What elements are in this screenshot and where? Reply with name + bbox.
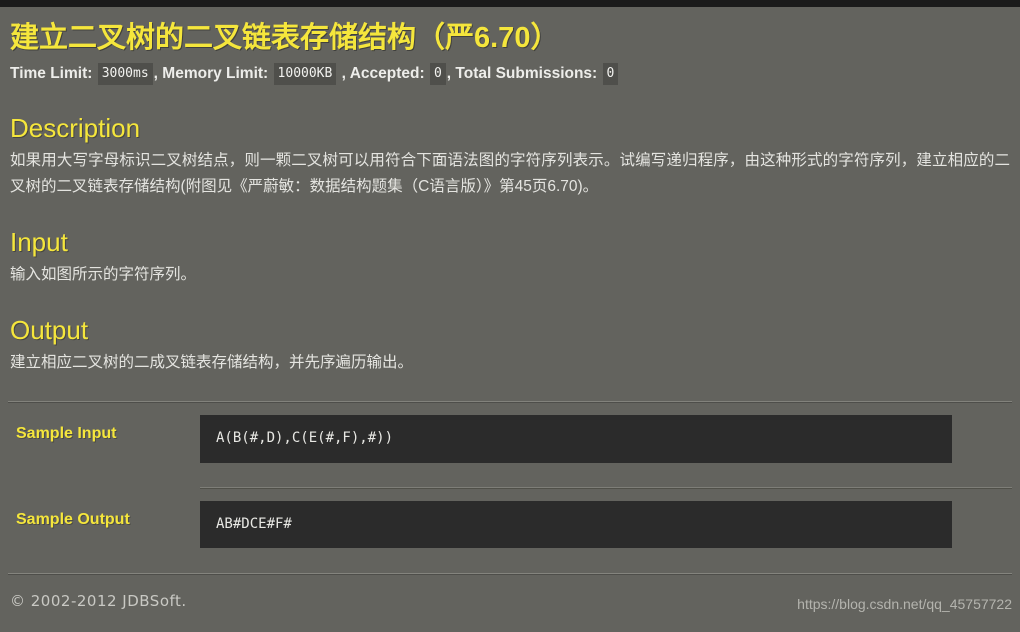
problem-limits-line: Time Limit: 3000ms, Memory Limit: 10000K…: [10, 62, 1012, 86]
watermark-url: https://blog.csdn.net/qq_45757722: [797, 596, 1012, 612]
total-submissions-label: Total Submissions:: [455, 64, 598, 82]
samples-top-divider: [8, 401, 1012, 404]
output-body: 建立相应二叉树的二成叉链表存储结构，并先序遍历输出。: [10, 354, 414, 372]
limits-comma-3: ,: [446, 64, 452, 82]
input-body: 输入如图所示的字符序列。: [10, 265, 197, 283]
time-limit-label: Time Limit:: [10, 64, 93, 82]
memory-limit-value: 10000KB: [273, 62, 337, 86]
footer-divider: [8, 573, 1012, 575]
sample-output-box[interactable]: AB#DCE#F#: [200, 500, 952, 549]
page-title: 建立二叉树的二叉链表存储结构（严6.70）: [10, 22, 560, 54]
description-heading: Description: [10, 113, 141, 144]
output-heading: Output: [10, 315, 89, 345]
time-limit-value: 3000ms: [97, 62, 153, 86]
total-submissions-value: 0: [602, 62, 619, 86]
accepted-label: Accepted:: [349, 64, 425, 82]
footer-copyright: © 2002-2012 JDBSoft.: [10, 592, 187, 610]
sample-divider-row: [8, 475, 1012, 489]
sample-input-label: Sample Input: [16, 425, 117, 443]
limits-comma-1: ,: [153, 64, 158, 82]
sample-output-label: Sample Output: [16, 510, 130, 528]
samples-middle-divider: [200, 486, 1012, 489]
accepted-value: 0: [429, 62, 446, 86]
sample-divider-spacer: [8, 475, 200, 485]
sample-input-row: Sample Input A(B(#,D),C(E(#,F),#)): [8, 415, 1012, 463]
problem-page: 建立二叉树的二叉链表存储结构（严6.70） Time Limit: 3000ms…: [0, 7, 1020, 632]
top-bar: [0, 0, 1020, 7]
description-body: 如果用大写字母标识二叉树结点，则一颗二叉树可以用符合下面语法图的字符序列表示。试…: [10, 152, 1010, 195]
limits-comma-2: ,: [341, 64, 346, 82]
memory-limit-label: Memory Limit:: [162, 64, 269, 82]
sample-output-row: Sample Output AB#DCE#F#: [8, 500, 1012, 549]
input-heading: Input: [10, 226, 68, 257]
sample-input-box[interactable]: A(B(#,D),C(E(#,F),#)): [200, 415, 952, 463]
